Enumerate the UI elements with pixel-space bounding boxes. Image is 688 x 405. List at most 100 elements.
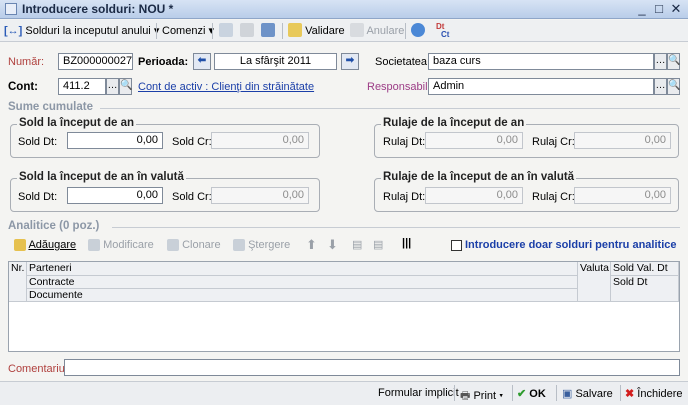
sold-valuta-cr-field[interactable]: 0,00 <box>211 187 309 204</box>
delete-icon <box>233 239 245 251</box>
sort-asc-icon[interactable]: ▤ <box>352 238 362 251</box>
perioada-field[interactable]: La sfârşit 2011 <box>214 53 337 70</box>
ok-label: OK <box>529 388 546 400</box>
cont-search-icon[interactable]: 🔍 <box>119 78 132 95</box>
prev-period-button[interactable]: ⬅ <box>193 53 211 70</box>
anulare-button[interactable]: Anulare <box>350 23 404 39</box>
cont-label: Cont: <box>8 81 39 93</box>
col-header-sold-dt[interactable]: Sold Dt <box>611 276 679 302</box>
barcode-icon[interactable]: ||| <box>402 237 411 249</box>
rulaje-an-title: Rulaje de la început de an <box>381 117 527 129</box>
status-bar: Formular implicit 🖶 Print ▾ ✔ OK ▣ Salva… <box>0 381 688 405</box>
analitice-section-title: Analitice (0 poz.) <box>8 220 100 232</box>
statusbar-separator <box>556 385 557 401</box>
section-divider <box>100 108 680 109</box>
close-x-icon: ✖ <box>625 388 635 400</box>
col-header-nr[interactable]: Nr. <box>9 262 27 302</box>
dt-ct-button[interactable]: Dt Ct <box>436 23 449 39</box>
section-divider <box>112 227 680 228</box>
col-header-sold-val-dt[interactable]: Sold Val. Dt <box>611 262 679 276</box>
chat-icon[interactable] <box>411 23 425 39</box>
societatea-search-icon[interactable]: 🔍 <box>667 53 680 70</box>
analitice-checkbox[interactable] <box>451 240 462 251</box>
analitice-grid[interactable]: Nr. Parteneri Contracte Documente Valuta… <box>8 261 680 352</box>
comentariu-label: Comentariu: <box>8 363 68 375</box>
close-button[interactable]: ✕ <box>668 1 684 17</box>
societatea-browse-button[interactable]: … <box>654 53 667 70</box>
societatea-label: Societatea: <box>375 56 431 68</box>
clonare-label: Clonare <box>182 239 221 251</box>
solduri-menu-button[interactable]: [↔] Solduri la inceputul anului ▾ <box>4 23 159 39</box>
comentariu-field[interactable] <box>64 359 680 376</box>
responsabil-label: Responsabil: <box>367 81 431 93</box>
maximize-button[interactable]: □ <box>651 1 667 17</box>
validare-button[interactable]: Validare <box>288 23 345 39</box>
window-icon <box>5 3 17 15</box>
sold-an-cr-field[interactable]: 0,00 <box>211 132 309 149</box>
col-header-parteneri[interactable]: Parteneri <box>27 262 578 276</box>
rulaje-an-dt-field[interactable]: 0,00 <box>425 132 523 149</box>
clone-icon <box>167 239 179 251</box>
col-header-valuta[interactable]: Valuta <box>578 262 611 302</box>
salvare-button[interactable]: ▣ Salvare <box>562 387 613 400</box>
sold-an-cr-label: Sold Cr: <box>172 136 212 148</box>
add-icon <box>14 239 26 251</box>
toolbar-separator <box>212 23 213 39</box>
refresh-icon[interactable] <box>261 23 275 39</box>
responsabil-field[interactable]: Admin <box>428 78 654 95</box>
comenzi-menu-button[interactable]: Comenzi ▾ <box>162 23 214 39</box>
inchidere-label: Închidere <box>637 388 683 400</box>
rulaje-an-cr-field[interactable]: 0,00 <box>574 132 671 149</box>
statusbar-separator <box>620 385 621 401</box>
perioada-label: Perioada: <box>138 56 189 68</box>
print-button[interactable]: 🖶 Print ▾ <box>460 387 503 405</box>
solduri-label: Solduri la inceputul anului <box>25 25 151 37</box>
stergere-button[interactable]: Ştergere <box>233 239 290 251</box>
societatea-field[interactable]: baza curs <box>428 53 654 70</box>
modificare-label: Modificare <box>103 239 154 251</box>
cont-field[interactable]: 411.2 <box>58 78 106 95</box>
sold-an-title: Sold la început de an <box>17 117 137 129</box>
inchidere-button[interactable]: ✖ Închidere <box>625 387 683 400</box>
col-header-contracte[interactable]: Contracte <box>27 276 578 289</box>
numar-label: Număr: <box>8 56 45 68</box>
responsabil-browse-button[interactable]: … <box>654 78 667 95</box>
printer-icon: 🖶 <box>460 390 471 402</box>
responsabil-search-icon[interactable]: 🔍 <box>667 78 680 95</box>
rulaje-valuta-dt-field[interactable]: 0,00 <box>425 187 523 204</box>
anulare-label: Anulare <box>366 25 405 37</box>
title-bar: Introducere solduri: NOU * _ □ ✕ <box>0 0 688 19</box>
cont-browse-button[interactable]: … <box>106 78 119 95</box>
statusbar-separator <box>454 385 455 401</box>
ct-label: Ct <box>441 30 450 39</box>
clonare-button[interactable]: Clonare <box>167 239 221 251</box>
rulaje-valuta-title: Rulaje de la început de an în valută <box>381 171 577 183</box>
sold-valuta-cr-label: Sold Cr: <box>172 191 212 203</box>
numar-field[interactable]: BZ000000027 <box>58 53 133 70</box>
stergere-label: Ştergere <box>248 239 291 251</box>
analitice-checkbox-label[interactable]: Introducere doar solduri pentru analitic… <box>465 239 676 251</box>
grid-icon[interactable] <box>240 23 254 39</box>
sume-section-title: Sume cumulate <box>8 101 93 113</box>
sold-valuta-dt-field[interactable]: 0,00 <box>67 187 163 204</box>
sort-desc-icon[interactable]: ▤ <box>373 238 383 251</box>
statusbar-separator <box>512 385 513 401</box>
move-up-icon[interactable]: ⬆ <box>306 237 317 253</box>
formular-implicit-button[interactable]: Formular implicit <box>378 387 459 399</box>
adaugare-label: Adăugare <box>28 239 77 251</box>
sold-valuta-dt-label: Sold Dt: <box>18 191 58 203</box>
sold-valuta-title: Sold la început de an în valută <box>17 171 186 183</box>
modificare-button[interactable]: Modificare <box>88 239 154 251</box>
col-header-documente[interactable]: Documente <box>27 289 578 302</box>
ok-button[interactable]: ✔ OK <box>517 387 546 400</box>
cont-link[interactable]: Cont de activ : Clienţi din străinătate <box>138 81 314 93</box>
sold-an-dt-field[interactable]: 0,00 <box>67 132 163 149</box>
next-period-button[interactable]: ➡ <box>341 53 359 70</box>
rulaje-valuta-cr-field[interactable]: 0,00 <box>574 187 671 204</box>
import-icon[interactable] <box>219 23 233 39</box>
print-label: Print <box>473 390 497 402</box>
move-down-icon[interactable]: ⬇ <box>327 237 338 253</box>
adaugare-button[interactable]: Adăugare <box>14 239 76 251</box>
window-title: Introducere solduri: NOU * <box>22 2 174 16</box>
minimize-button[interactable]: _ <box>634 1 650 17</box>
